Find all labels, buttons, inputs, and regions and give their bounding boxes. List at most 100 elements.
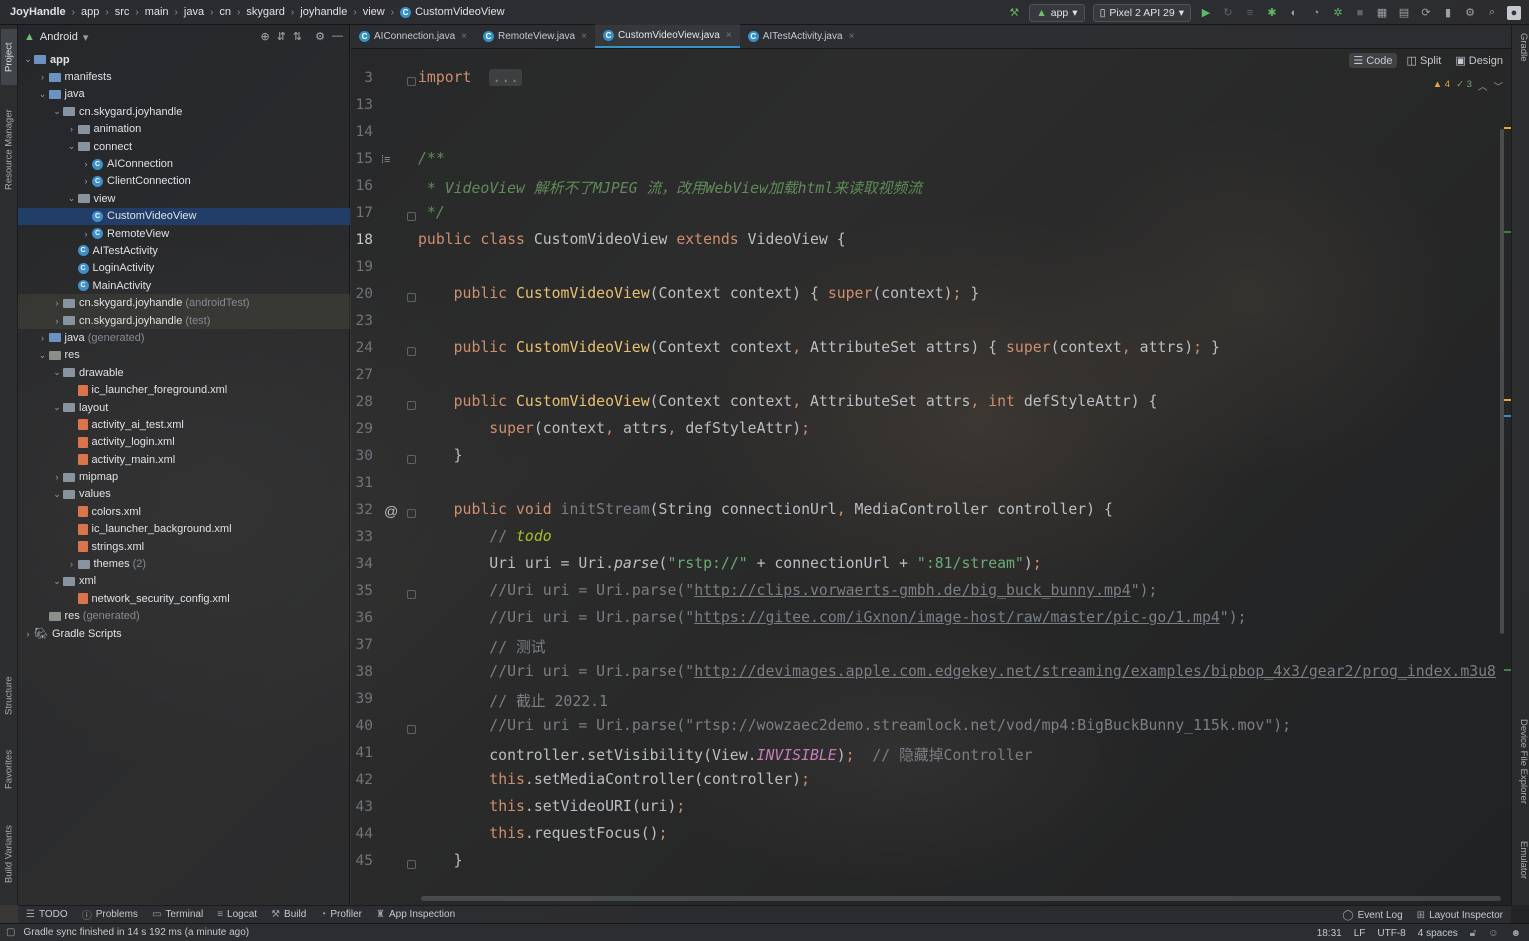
fold-toggle-icon[interactable] (407, 293, 416, 302)
sync-gradle-icon[interactable]: ⟳ (1419, 6, 1433, 20)
tree-item[interactable]: ⌄ xml (18, 573, 350, 590)
tree-item[interactable]: C LoginActivity (18, 260, 350, 277)
chevron-down-icon[interactable]: ⌄ (37, 350, 49, 361)
fold-toggle-icon[interactable] (407, 401, 416, 410)
close-icon[interactable]: × (849, 31, 855, 42)
change-marker[interactable] (1504, 669, 1511, 671)
chevron-right-icon[interactable]: › (66, 559, 78, 569)
status-message[interactable]: Gradle sync finished in 14 s 192 ms (a m… (23, 927, 249, 938)
tree-item[interactable]: › 🐘︎ Gradle Scripts (18, 625, 350, 642)
breadcrumb-item[interactable]: app (81, 6, 99, 18)
horizontal-scrollbar[interactable] (421, 896, 1501, 901)
tree-item[interactable]: ⌄ cn.skygard.joyhandle (18, 103, 350, 120)
breadcrumb-item[interactable]: C CustomVideoView (400, 6, 505, 18)
chevron-right-icon[interactable]: › (37, 333, 49, 343)
tree-item[interactable]: › C ClientConnection (18, 173, 350, 190)
tree-item[interactable]: › mipmap (18, 468, 350, 485)
tool-window-app-inspection[interactable]: ♜ App Inspection (376, 909, 455, 920)
tree-item[interactable]: ⌄ layout (18, 399, 350, 416)
fold-toggle-icon[interactable] (407, 725, 416, 734)
info-marker[interactable] (1504, 415, 1511, 417)
tree-item[interactable]: › manifests (18, 68, 350, 85)
chevron-right-icon[interactable]: › (37, 72, 49, 82)
chevron-right-icon[interactable]: › (80, 229, 92, 239)
tree-item[interactable]: › C RemoteView (18, 225, 350, 242)
vertical-scrollbar[interactable] (1500, 129, 1504, 634)
tab-emulator[interactable]: Emulator (1513, 841, 1529, 901)
chevron-down-icon[interactable]: ⌄ (51, 367, 63, 378)
tree-item[interactable]: colors.xml (18, 503, 350, 520)
chevron-down-icon[interactable]: ⌄ (66, 193, 78, 204)
tab-customvideoview-java[interactable]: C CustomVideoView.java × (594, 24, 740, 48)
chevron-down-icon[interactable]: ⌄ (51, 576, 63, 587)
tool-window-logcat[interactable]: ≡ Logcat (217, 909, 257, 920)
breadcrumb-item[interactable]: main (145, 6, 169, 18)
fold-toggle-icon[interactable] (407, 347, 416, 356)
tree-item[interactable]: › C AIConnection (18, 155, 350, 172)
sdk-manager-icon[interactable]: ⚙ (1463, 6, 1477, 20)
chevron-down-icon[interactable]: ⌄ (37, 89, 49, 100)
fold-toggle-icon[interactable] (407, 509, 416, 518)
project-view-selector[interactable]: Android (40, 31, 78, 43)
stop-icon[interactable]: ■ (1353, 6, 1367, 20)
chevron-down-icon[interactable]: ⌄ (66, 141, 78, 152)
expand-all-icon[interactable]: ⇵ (277, 30, 286, 43)
tree-item[interactable]: › themes (2) (18, 555, 350, 572)
chevron-down-icon[interactable]: ⌄ (51, 402, 63, 413)
tab-gradle[interactable]: Gradle (1513, 33, 1529, 81)
tool-window-profiler[interactable]: ◔ Profiler (320, 909, 362, 920)
tree-item[interactable]: ⌄ app (18, 51, 350, 68)
device-selector[interactable]: ▯ Pixel 2 API 29 ▾ (1092, 3, 1191, 22)
tree-item[interactable]: activity_login.xml (18, 434, 350, 451)
chevron-down-icon[interactable]: ⌄ (51, 489, 63, 500)
tree-item[interactable]: activity_main.xml (18, 451, 350, 468)
indent-setting[interactable]: 4 spaces (1418, 928, 1458, 939)
tree-item[interactable]: C MainActivity (18, 277, 350, 294)
tree-item[interactable]: ⌄ values (18, 486, 350, 503)
tree-item[interactable]: ic_launcher_foreground.xml (18, 381, 350, 398)
chevron-down-icon[interactable]: ⌄ (51, 106, 63, 117)
tool-window-build[interactable]: ⚒ Build (271, 909, 306, 920)
tool-window-layout-inspector[interactable]: ⊞ Layout Inspector (1417, 910, 1503, 921)
tree-item[interactable]: › java (generated) (18, 329, 350, 346)
tree-item[interactable]: ⌄ view (18, 190, 350, 207)
fold-toggle-icon[interactable] (407, 860, 416, 869)
chevron-right-icon[interactable]: › (51, 298, 63, 308)
breadcrumb-item[interactable]: skygard (246, 6, 285, 18)
tree-item[interactable]: › cn.skygard.joyhandle (androidTest) (18, 294, 350, 312)
inspector-icon[interactable]: ☺ (1488, 928, 1498, 939)
tree-item[interactable]: res (generated) (18, 608, 350, 625)
project-structure-icon[interactable]: ▦ (1375, 6, 1389, 20)
avatar[interactable]: ● (1507, 5, 1521, 20)
breadcrumb-item[interactable]: src (115, 6, 130, 18)
code-area[interactable]: import ... /** * VideoView 解析不了MJPEG 流，改用… (418, 49, 1498, 905)
search-icon[interactable]: ⌕ (1485, 6, 1499, 20)
tree-item[interactable]: ⌄ drawable (18, 364, 350, 381)
chevron-down-icon[interactable]: ⌄ (22, 54, 34, 65)
hide-panel-icon[interactable]: — (332, 30, 343, 43)
close-icon[interactable]: × (726, 30, 732, 41)
tab-build-variants[interactable]: Build Variants (1, 813, 17, 895)
breadcrumb-item[interactable]: java (184, 6, 204, 18)
close-icon[interactable]: × (461, 31, 467, 42)
fold-toggle-icon[interactable] (407, 212, 416, 221)
annotation-icon[interactable]: @ (384, 503, 398, 519)
fold-toggle-icon[interactable] (407, 455, 416, 464)
file-encoding[interactable]: UTF-8 (1377, 928, 1405, 939)
breadcrumb-item[interactable]: JoyHandle (10, 6, 66, 18)
chevron-right-icon[interactable]: › (80, 176, 92, 186)
tab-aitestactivity-java[interactable]: C AITestActivity.java × (740, 24, 863, 48)
tab-device-file-explorer[interactable]: Device File Explorer (1513, 719, 1529, 829)
tool-window-event-log[interactable]: ◯ Event Log (1342, 910, 1402, 921)
tree-item[interactable]: ⌄ java (18, 86, 350, 103)
render-doc-icon[interactable]: ⁞≡ (381, 154, 390, 166)
profiler-icon[interactable]: ◔ (1309, 6, 1323, 20)
chevron-down-icon[interactable]: ▾ (83, 31, 89, 44)
tree-item[interactable]: ⌄ res (18, 347, 350, 364)
tool-window-problems[interactable]: ⓘ Problems (82, 907, 138, 922)
tab-favorites[interactable]: Favorites (1, 737, 17, 801)
chevron-right-icon[interactable]: › (80, 159, 92, 169)
run-config-selector[interactable]: ▲ app ▾ (1029, 3, 1085, 22)
chevron-right-icon[interactable]: › (51, 316, 63, 326)
tree-item[interactable]: strings.xml (18, 538, 350, 555)
